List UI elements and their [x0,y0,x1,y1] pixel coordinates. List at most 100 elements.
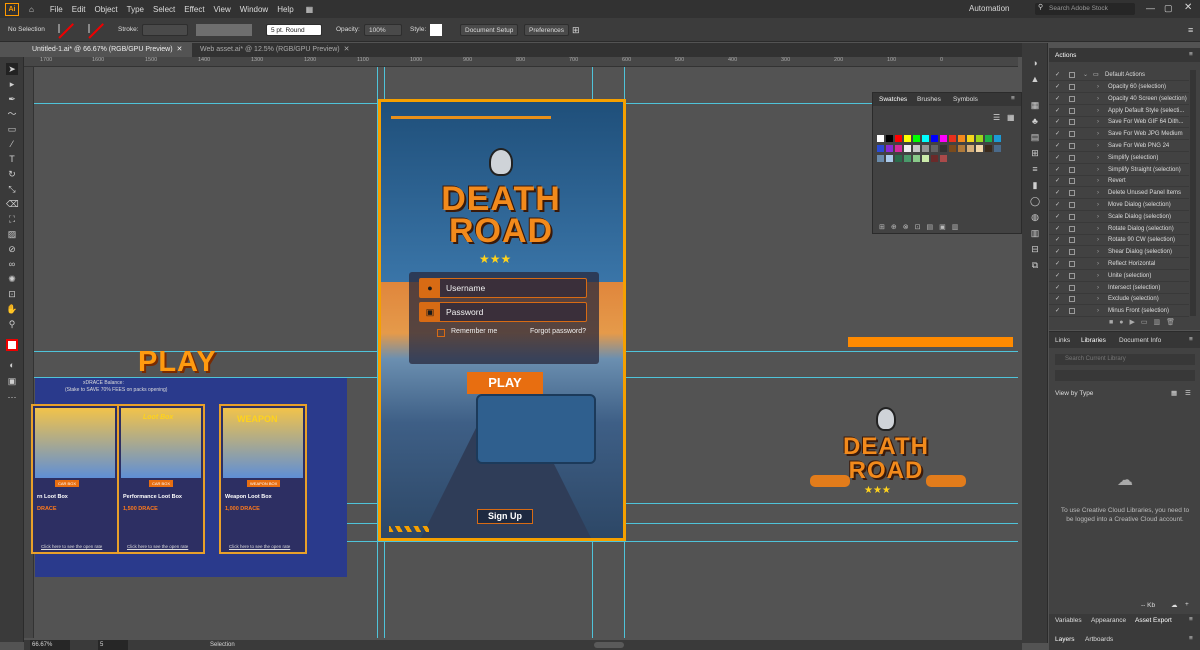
panel-menu-icon[interactable]: ≡ [1189,635,1193,642]
menu-window[interactable]: Window [240,5,268,14]
color-swatch[interactable] [877,155,884,162]
screen-mode-icon[interactable]: ▣ [6,375,18,387]
graphic-styles-icon[interactable]: ◍ [1029,211,1041,223]
chevron-right-icon[interactable]: › [1097,211,1099,223]
color-swatch[interactable] [913,145,920,152]
dialog-toggle[interactable] [1069,72,1075,78]
type-tool-icon[interactable]: T [6,153,18,165]
menu-help[interactable]: Help [277,5,293,14]
action-item[interactable]: ✓ › Shear Dialog (selection) [1049,246,1189,259]
close-tab-icon[interactable]: ✕ [344,46,350,53]
direct-selection-tool-icon[interactable]: ▸ [6,78,18,90]
grid-view-icon[interactable]: ▦ [1007,113,1015,122]
check-icon[interactable]: ✓ [1055,164,1060,176]
dialog-toggle[interactable] [1069,84,1075,90]
fill-swatch[interactable] [58,24,60,33]
dialog-toggle[interactable] [1069,249,1075,256]
home-icon[interactable]: ⌂ [29,5,34,14]
transform-icon[interactable]: ⧉ [1029,259,1041,271]
scrollbar[interactable] [1190,70,1196,316]
tab-appearance[interactable]: Appearance [1091,617,1126,624]
loot-card[interactable]: Loot Box CAR BOX Performance Loot Box 1,… [117,404,205,554]
search-stock-field[interactable]: Search Adobe Stock [1035,3,1135,15]
color-swatch[interactable] [967,135,974,142]
chevron-right-icon[interactable]: › [1097,199,1099,211]
panel-menu-icon[interactable]: ≡ [1189,616,1193,623]
color-swatch[interactable] [976,145,983,152]
dialog-toggle[interactable] [1069,308,1075,315]
username-field[interactable]: ● Username [419,278,587,298]
color-swatch[interactable] [976,135,983,142]
chevron-right-icon[interactable]: › [1097,293,1099,305]
color-swatch[interactable] [886,135,893,142]
color-swatch[interactable] [895,155,902,162]
chevron-right-icon[interactable]: › [1097,140,1099,152]
color-swatch[interactable] [922,145,929,152]
action-item[interactable]: ✓ › Apply Default Style (selecti... [1049,105,1189,117]
preferences-button[interactable]: Preferences [524,24,570,36]
action-item[interactable]: ✓ › Simplify Straight (selection) [1049,164,1189,176]
eraser-tool-icon[interactable]: ⌫ [6,198,19,210]
loot-card[interactable]: WEAPON WEAPON BOX Weapon Loot Box 1,000 … [219,404,307,554]
color-swatch[interactable] [904,145,911,152]
minimize-button[interactable]: — [1146,3,1155,13]
action-item[interactable]: ✓ › Scale Dialog (selection) [1049,211,1189,223]
color-swatch[interactable] [922,155,929,162]
chevron-right-icon[interactable]: › [1097,81,1099,93]
action-item[interactable]: ✓ › Delete Unused Panel Items [1049,187,1189,200]
tab-brushes[interactable]: Brushes [917,96,941,103]
tab-asset-export[interactable]: Asset Export [1135,617,1172,624]
chevron-right-icon[interactable]: › [1097,282,1099,294]
align-icon[interactable]: ⊞ [1029,147,1041,159]
open-rate-link[interactable]: Click here to see the open rate [127,544,188,549]
chevron-right-icon[interactable]: › [1097,105,1099,117]
dialog-toggle[interactable] [1069,202,1075,208]
library-select[interactable] [1055,370,1195,381]
chevron-right-icon[interactable]: › [1097,223,1099,235]
play-button[interactable]: PLAY [467,372,543,394]
dialog-toggle[interactable] [1069,154,1075,161]
dialog-toggle[interactable] [1069,95,1075,102]
color-swatch[interactable] [895,145,902,152]
check-icon[interactable]: ✓ [1055,105,1060,117]
action-item[interactable]: ✓ › Intersect (selection) [1049,282,1189,294]
chevron-right-icon[interactable]: › [1097,305,1099,317]
stroke-swatch[interactable] [88,24,90,33]
color-guide-icon[interactable]: ◑ [1029,57,1041,69]
color-swatch[interactable] [994,145,1001,152]
workspace-switcher-icon[interactable]: ▦ [306,5,314,14]
stroke-icon[interactable]: ≡ [1029,163,1041,175]
menu-edit[interactable]: Edit [72,5,86,14]
dialog-toggle[interactable] [1069,166,1075,173]
color-swatch[interactable] [913,155,920,162]
swatch-grid[interactable] [877,135,1017,195]
arrange-documents-icon[interactable]: ⊞ [572,24,580,36]
chevron-right-icon[interactable]: › [1097,258,1099,270]
artboard-tool-icon[interactable]: ⊡ [6,288,18,300]
symbol-sprayer-tool-icon[interactable]: ✺ [6,273,18,285]
color-swatch[interactable] [904,155,911,162]
check-icon[interactable]: ✓ [1055,282,1060,294]
remember-checkbox[interactable] [437,329,445,337]
symbols-icon[interactable]: ♣ [1029,115,1041,127]
transparency-icon[interactable]: ◯ [1029,195,1041,207]
action-item[interactable]: ✓ › Opacity 40 Screen (selection) [1049,93,1189,105]
chevron-right-icon[interactable]: › [1097,246,1099,258]
dialog-toggle[interactable] [1069,143,1075,149]
gradient-tool-icon[interactable]: ▨ [6,228,18,240]
tab-actions[interactable]: Actions [1055,52,1076,59]
tab-variables[interactable]: Variables [1055,617,1082,624]
curvature-tool-icon[interactable]: 〜 [6,108,18,120]
color-swatch[interactable] [967,145,974,152]
chevron-right-icon[interactable]: › [1097,270,1099,282]
check-icon[interactable]: ✓ [1055,305,1060,317]
dialog-toggle[interactable] [1069,296,1075,303]
color-swatch[interactable] [931,155,938,162]
free-transform-tool-icon[interactable]: ⛶ [6,213,18,225]
tab-layers[interactable]: Layers [1055,636,1075,643]
color-swatch[interactable] [985,145,992,152]
dialog-toggle[interactable] [1069,119,1075,126]
edit-toolbar-icon[interactable]: ⋯ [6,391,18,403]
color-swatch[interactable] [886,155,893,162]
rectangle-tool-icon[interactable]: ▭ [6,123,18,135]
